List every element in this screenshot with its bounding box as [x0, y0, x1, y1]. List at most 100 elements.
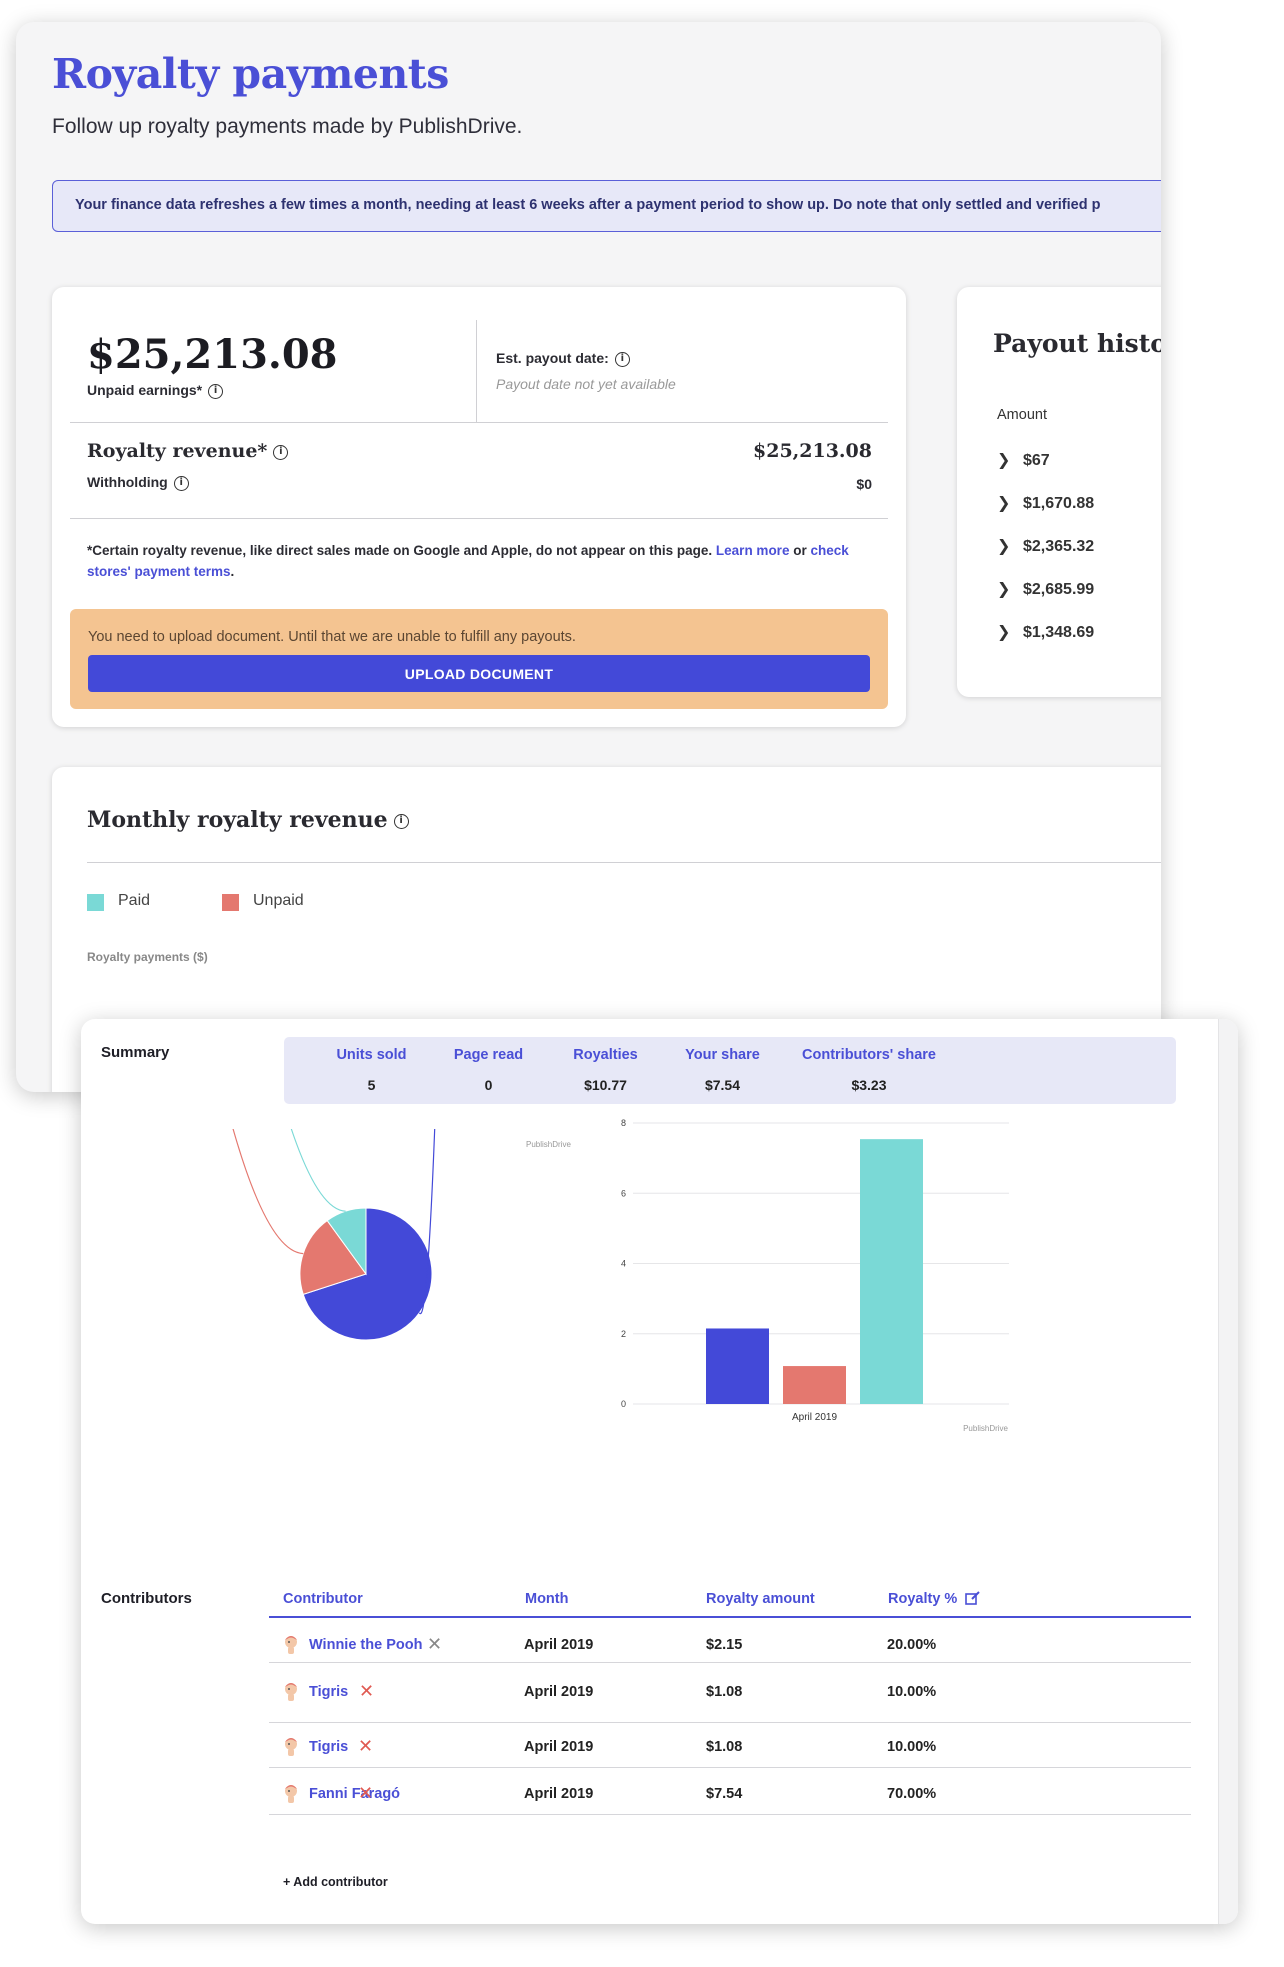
pie-leader-line [290, 1129, 346, 1212]
summary-value: 0 [484, 1077, 493, 1093]
table-row-divider [269, 1814, 1191, 1815]
warning-text: You need to upload document. Until that … [88, 629, 576, 645]
summary-value: $3.23 [851, 1077, 887, 1093]
footnote-text: *Certain royalty revenue, like direct sa… [87, 543, 713, 558]
contributor-percent: 20.00% [887, 1637, 937, 1653]
royalty-bar-chart: 0 2 4 6 8 April 2019 PublishDrive [621, 1118, 1009, 1433]
contributor-amount: $1.08 [706, 1684, 743, 1700]
y-tick-label: 2 [621, 1329, 626, 1339]
contributor-name-link[interactable]: Tigris [309, 1739, 348, 1755]
payout-history-card: Payout histor Amount ❯$67 ❯$1,670.88 ❯$2… [957, 287, 1161, 697]
royalty-footnote: *Certain royalty revenue, like direct sa… [87, 543, 849, 579]
withholding-value: $0 [856, 476, 872, 492]
payout-amount: $67 [1023, 452, 1050, 469]
bar[interactable] [706, 1328, 769, 1404]
chevron-right-icon[interactable]: ❯ [997, 450, 1023, 469]
contributor-name-link[interactable]: Winnie the Pooh [309, 1637, 422, 1653]
summary-header: Your share [685, 1047, 760, 1063]
royalty-revenue-text: Royalty revenue* [87, 440, 268, 462]
payout-amount: $2,685.99 [1023, 581, 1095, 598]
page-subtitle: Follow up royalty payments made by Publi… [52, 115, 523, 138]
contributor-percent: 70.00% [887, 1786, 937, 1802]
royalty-payments-window: Royalty payments Follow up royalty payme… [16, 22, 1161, 1092]
page-title: Royalty payments [52, 50, 449, 98]
col-header-percent[interactable]: Royalty % [888, 1591, 981, 1607]
chart-credit: PublishDrive [963, 1424, 1008, 1433]
contributor-share-pie-chart: Fanni FaragóWinnie the PoohTigrisPublish… [232, 1129, 571, 1341]
info-icon[interactable]: i [208, 383, 224, 399]
royalty-revenue-label: Royalty revenue* i [87, 440, 289, 462]
col-header-month[interactable]: Month [525, 1591, 568, 1607]
payout-row[interactable]: ❯ $1,670.88 [997, 493, 1094, 513]
withholding-label: Withholding i [87, 474, 189, 491]
contributor-name-link[interactable]: Tigris [309, 1684, 348, 1700]
x-tick-label: April 2019 [792, 1412, 837, 1423]
payout-row[interactable]: ❯ $67 [997, 450, 1050, 470]
legend-swatch-unpaid [222, 894, 239, 911]
contributor-amount: $1.08 [706, 1739, 743, 1755]
contributors-label: Contributors [101, 1590, 192, 1607]
col-header-contributor[interactable]: Contributor [283, 1591, 363, 1607]
legend-label-unpaid[interactable]: Unpaid [253, 892, 304, 910]
summary-page-read: Page read 0 [431, 1047, 546, 1093]
chevron-right-icon[interactable]: ❯ [997, 536, 1023, 555]
contributor-avatar-icon [282, 1783, 300, 1805]
unpaid-earnings-label: Unpaid earnings* i [87, 382, 224, 399]
y-tick-label: 8 [621, 1118, 626, 1128]
contributor-percent: 10.00% [887, 1739, 937, 1755]
chart-credit: PublishDrive [526, 1140, 571, 1149]
remove-contributor-icon[interactable]: ✕ [427, 1634, 442, 1655]
y-tick-label: 4 [621, 1259, 626, 1269]
summary-your-share: Your share $7.54 [665, 1047, 780, 1093]
table-header-line [269, 1616, 1191, 1618]
learn-more-link[interactable]: Learn more [716, 543, 790, 558]
info-icon[interactable]: i [393, 813, 409, 829]
scrollbar[interactable] [1218, 1019, 1238, 1924]
monthly-revenue-title: Monthly royalty revenue i [87, 807, 409, 833]
payout-amount: $1,670.88 [1023, 495, 1095, 512]
payout-row[interactable]: ❯ $1,348.69 [997, 622, 1094, 642]
contributor-month: April 2019 [524, 1786, 594, 1802]
info-icon[interactable]: i [173, 475, 189, 491]
est-payout-value: Payout date not yet available [496, 376, 676, 392]
chevron-right-icon[interactable]: ❯ [997, 579, 1023, 598]
summary-value: 5 [367, 1077, 376, 1093]
payout-row[interactable]: ❯ $2,685.99 [997, 579, 1094, 599]
contributor-avatar-icon [282, 1634, 300, 1656]
remove-contributor-icon[interactable]: ✕ [359, 1681, 374, 1702]
remove-contributor-icon[interactable]: ✕ [358, 1736, 373, 1757]
summary-contributors-share: Contributors' share $3.23 [784, 1047, 954, 1093]
pie-leader-line [232, 1129, 304, 1255]
contributor-name-link[interactable]: Fanni Faragó [309, 1786, 400, 1802]
chevron-right-icon[interactable]: ❯ [997, 622, 1023, 641]
payout-amount: $1,348.69 [1023, 624, 1095, 641]
withholding-text: Withholding [87, 474, 168, 490]
y-axis-label: Royalty payments ($) [87, 950, 208, 964]
finance-notice: Your finance data refreshes a few times … [52, 180, 1161, 232]
bar[interactable] [783, 1366, 846, 1404]
legend-label-paid[interactable]: Paid [118, 892, 150, 910]
monthly-revenue-text: Monthly royalty revenue [87, 807, 388, 833]
upload-warning: You need to upload document. Until that … [70, 609, 888, 709]
summary-header: Page read [453, 1047, 524, 1063]
remove-contributor-icon[interactable]: ✕ [358, 1783, 373, 1804]
info-icon[interactable]: i [273, 444, 289, 460]
payout-row[interactable]: ❯ $2,365.32 [997, 536, 1094, 556]
payout-history-title: Payout histor [993, 329, 1161, 358]
contributor-amount: $2.15 [706, 1637, 743, 1653]
upload-document-button[interactable]: UPLOAD DOCUMENT [88, 655, 870, 692]
est-payout-label: Est. payout date: i [496, 350, 630, 367]
unpaid-earnings-amount: $25,213.08 [87, 331, 338, 378]
bar[interactable] [860, 1139, 923, 1404]
y-tick-label: 0 [621, 1399, 626, 1409]
divider [87, 862, 1161, 863]
col-header-amount[interactable]: Royalty amount [706, 1591, 815, 1607]
info-icon[interactable]: i [614, 351, 630, 367]
contributor-month: April 2019 [524, 1684, 594, 1700]
edit-icon[interactable] [965, 1591, 981, 1605]
chevron-right-icon[interactable]: ❯ [997, 493, 1023, 512]
add-contributor-button[interactable]: + Add contributor [283, 1875, 388, 1889]
divider [476, 320, 477, 422]
contributor-month: April 2019 [524, 1739, 594, 1755]
divider [70, 422, 888, 423]
